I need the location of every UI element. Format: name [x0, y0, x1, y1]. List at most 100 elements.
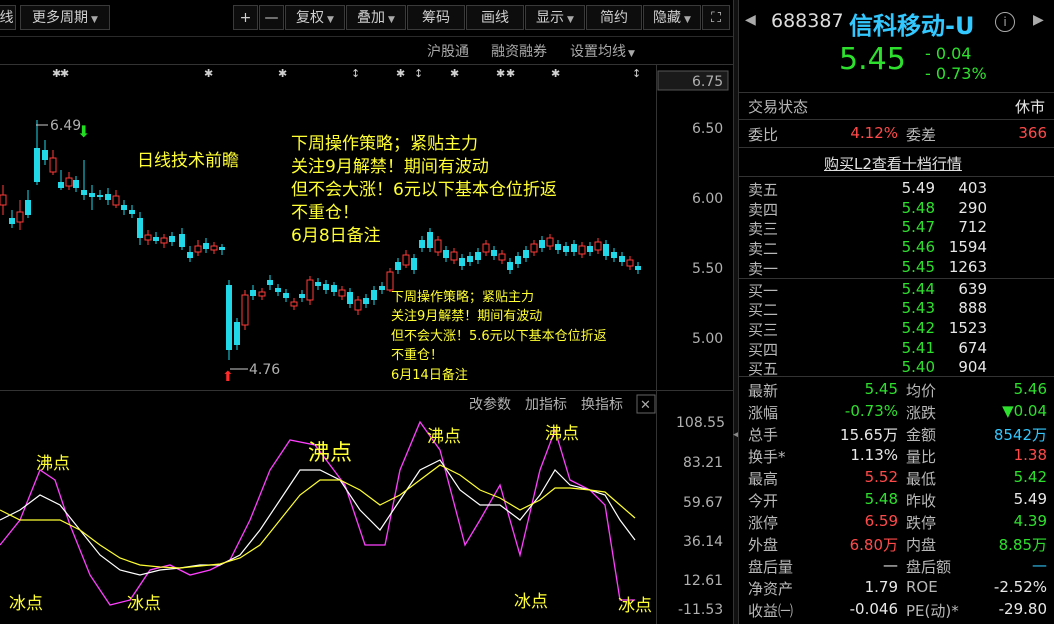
- ask-row[interactable]: 卖三 5.47 712: [739, 218, 1054, 240]
- candle-body: [635, 266, 641, 270]
- zoom-in-button[interactable]: +: [233, 5, 258, 30]
- candle-body: [16, 211, 24, 223]
- level-label: 卖三: [748, 220, 779, 239]
- level-price: 5.49: [901, 179, 935, 197]
- chips-button[interactable]: 筹码: [407, 5, 465, 30]
- price-tick: 6.50: [692, 121, 723, 137]
- candle-body: [419, 240, 425, 248]
- k-line: [0, 459, 636, 576]
- level-volume: 403: [958, 179, 987, 197]
- event-marker[interactable]: ↕: [632, 67, 641, 80]
- candle-body: [491, 250, 497, 256]
- note-line: 下周操作策略；紧贴主力: [291, 134, 478, 154]
- weibi-row: 委比 4.12% 委差 366: [739, 124, 1054, 146]
- margin-link[interactable]: 融资融券: [491, 41, 547, 61]
- event-marker[interactable]: ✱: [204, 67, 213, 80]
- more-periods-button[interactable]: 更多周期 ▼: [20, 5, 110, 30]
- candle-body: [443, 250, 449, 258]
- event-marker[interactable]: ✱: [506, 67, 515, 80]
- candle-body: [210, 245, 218, 251]
- candle-body: [626, 259, 634, 267]
- level-label: 买三: [748, 320, 779, 339]
- candle-body: [450, 251, 458, 261]
- candle-body: [144, 234, 152, 241]
- note-line: 关注9月解禁！期间有波动: [391, 309, 542, 324]
- candle-body: [546, 237, 554, 247]
- candle-body: [578, 245, 586, 255]
- event-marker[interactable]: ✱: [551, 67, 560, 80]
- candle-body: [250, 290, 256, 296]
- indicator-tick: 12.61: [683, 573, 723, 589]
- price-change-pct: - 0.73%: [925, 64, 987, 83]
- candle-body: [594, 241, 602, 251]
- candle-body: [25, 200, 31, 215]
- level-volume: 639: [958, 279, 987, 298]
- next-stock-icon[interactable]: ▶: [1033, 12, 1044, 28]
- display-button[interactable]: 显示 ▼: [525, 5, 585, 30]
- boil-label: 沸点: [545, 424, 579, 444]
- event-marker[interactable]: ↕: [351, 67, 360, 80]
- event-marker[interactable]: ✱: [450, 67, 459, 80]
- bid-row[interactable]: 买二 5.43 888: [739, 299, 1054, 321]
- price-tick: 6.75: [692, 74, 723, 90]
- fullscreen-icon[interactable]: ⛶: [702, 5, 730, 30]
- bid-row[interactable]: 买四 5.41 674: [739, 339, 1054, 361]
- event-marker[interactable]: ✱: [396, 67, 405, 80]
- ask-row[interactable]: 卖一 5.45 1263: [739, 258, 1054, 280]
- event-marker[interactable]: ↕: [414, 67, 423, 80]
- ask-row[interactable]: 卖二 5.46 1594: [739, 238, 1054, 260]
- hide-label: 隐藏: [653, 10, 682, 26]
- candle-body: [290, 301, 298, 307]
- close-icon[interactable]: ✕: [640, 398, 651, 413]
- prev-stock-icon[interactable]: ◀: [745, 12, 756, 28]
- candle-body: [34, 148, 40, 182]
- add-indicator-link[interactable]: 加指标: [525, 397, 567, 413]
- event-marker[interactable]: ✱: [278, 67, 287, 80]
- candle-body: [427, 232, 433, 248]
- ask-row[interactable]: 卖四 5.48 290: [739, 199, 1054, 221]
- indicator-tick: 83.21: [683, 455, 723, 471]
- bid-row[interactable]: 买三 5.42 1523: [739, 319, 1054, 341]
- note-line: 关注9月解禁！期间有波动: [291, 157, 489, 177]
- fuquan-button[interactable]: 复权 ▼: [285, 5, 345, 30]
- level-volume: 1594: [948, 238, 987, 257]
- l2-link[interactable]: 购买L2查看十档行情: [824, 153, 962, 174]
- candle-body: [194, 245, 202, 253]
- bid-row[interactable]: 买一 5.44 639: [739, 280, 1054, 302]
- candle-body: [402, 254, 410, 266]
- divider: [739, 119, 1054, 120]
- candle-body: [459, 258, 465, 266]
- hgt-link[interactable]: 沪股通: [427, 41, 469, 61]
- ma-settings-link[interactable]: 设置均线 ▼: [570, 41, 635, 61]
- prev-period-button[interactable]: 线: [0, 5, 16, 30]
- note-line: 不重仓！: [291, 203, 359, 223]
- hide-button[interactable]: 隐藏 ▼: [643, 5, 701, 30]
- level-label: 卖二: [748, 240, 779, 259]
- price-tick: 6.00: [692, 191, 723, 207]
- status-row: 交易状态 休市: [739, 96, 1054, 118]
- chevron-down-icon: ▼: [91, 15, 98, 25]
- event-marker[interactable]: ✱: [60, 67, 69, 80]
- candle-body: [187, 252, 193, 258]
- simple-button[interactable]: 简约: [586, 5, 642, 30]
- info-icon[interactable]: i: [995, 12, 1015, 32]
- indicator-axis: 108.55 83.21 59.67 36.14 12.61 -11.53: [676, 415, 725, 618]
- stat-label: 总手: [748, 426, 779, 444]
- edit-params-link[interactable]: 改参数: [469, 396, 511, 413]
- candle-body: [179, 234, 185, 247]
- divider: [739, 147, 1054, 148]
- level-price: 5.46: [901, 238, 935, 257]
- switch-indicator-link[interactable]: 换指标: [581, 396, 623, 413]
- stat-label: 净资产: [748, 580, 794, 598]
- level-label: 买一: [748, 281, 779, 300]
- stat-value: 5.45: [864, 380, 898, 398]
- kline-chart[interactable]: 6.75 6.50 6.00 5.50 5.00 108.55 83.21 59…: [0, 64, 733, 624]
- ask-row[interactable]: 卖五 5.49 403: [739, 179, 1054, 201]
- level-price: 5.47: [901, 218, 935, 237]
- event-marker[interactable]: ✱: [496, 67, 505, 80]
- draw-line-button[interactable]: 画线: [466, 5, 524, 30]
- zoom-out-button[interactable]: —: [259, 5, 284, 30]
- candle-body: [306, 279, 314, 301]
- stat-label: 今开: [748, 492, 779, 510]
- overlay-button[interactable]: 叠加 ▼: [346, 5, 406, 30]
